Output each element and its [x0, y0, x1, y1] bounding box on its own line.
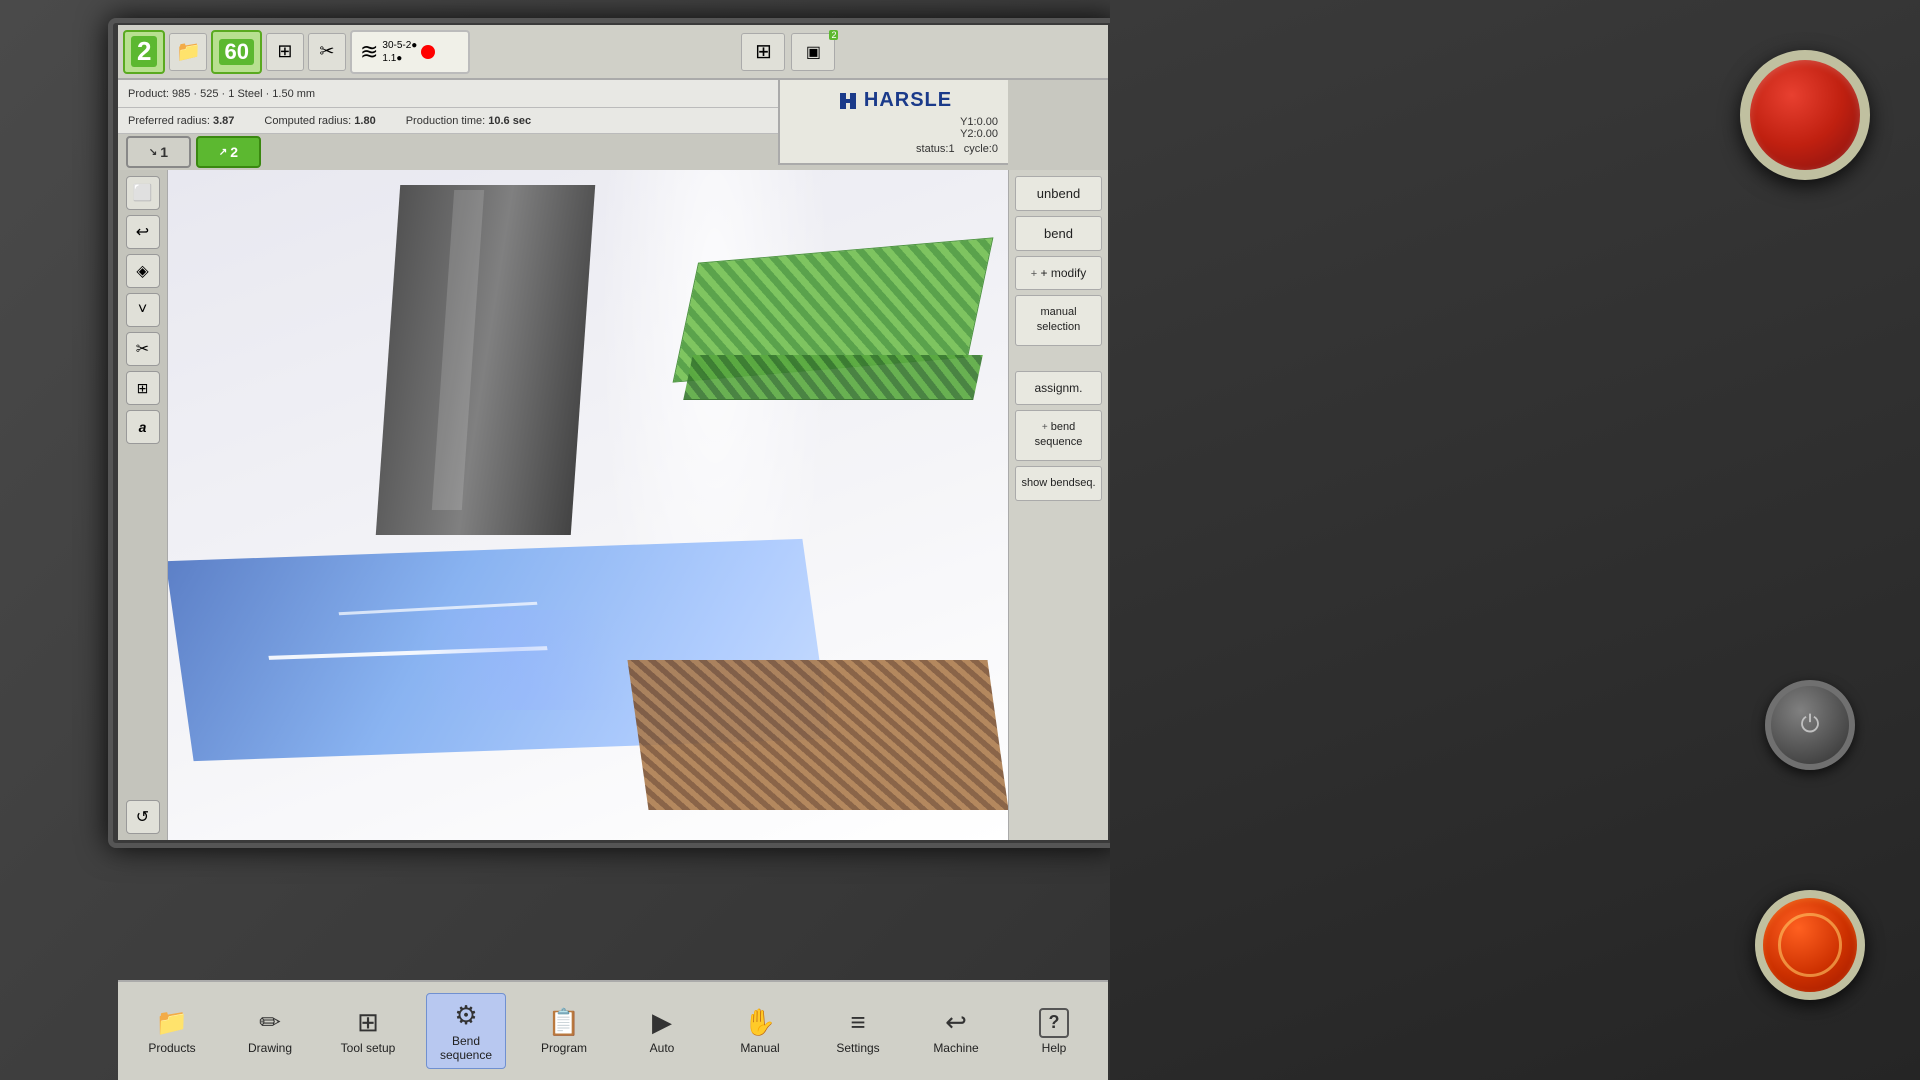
products-label: Products — [148, 1041, 195, 1055]
tool-setup-icon: ⊞ — [357, 1007, 379, 1038]
bend-sequence-button[interactable]: + bend sequence — [1015, 410, 1102, 461]
harsle-panel: HARSLE Y1:0.00 Y2:0.00 status:1 cycle:0 — [778, 80, 1008, 165]
speed-number: 60 — [219, 39, 253, 65]
scissors-icon[interactable]: ✂ — [308, 33, 346, 71]
windows-icon[interactable]: ⊞ — [266, 33, 304, 71]
right-hardware: ⏻ — [1110, 0, 1920, 1080]
harsle-logo-icon — [836, 89, 860, 113]
assignment-button[interactable]: assignm. — [1015, 371, 1102, 405]
bend-button[interactable]: bend — [1015, 216, 1102, 251]
speed-group[interactable]: 60 — [211, 30, 261, 74]
grid-btn[interactable]: ⊞ — [741, 33, 785, 71]
harsle-logo: HARSLE — [836, 89, 952, 113]
estop-bottom[interactable] — [1755, 890, 1865, 1000]
nav-tool-setup[interactable]: ⊞ Tool setup — [328, 1001, 408, 1061]
dark-vertical-part — [376, 185, 595, 535]
rotate-btn[interactable]: ↺ — [126, 800, 160, 834]
product-info: Product: 985 · 525 · 1 Steel · 1.50 mm — [128, 88, 315, 100]
help-icon: ? — [1039, 1008, 1069, 1038]
bottom-nav: 📁 Products ✏ Drawing ⊞ Tool setup ⚙ Bend… — [118, 980, 1108, 1080]
right-panel: unbend bend + + modify manual selection … — [1008, 170, 1108, 840]
bend-step-2[interactable]: ↗ 2 — [196, 136, 261, 168]
show-bendseq-button[interactable]: show bendseq. — [1015, 466, 1102, 501]
drawing-icon: ✏ — [259, 1007, 281, 1038]
layers-btn[interactable]: ◈ — [126, 254, 160, 288]
grid-btn-side[interactable]: ⊞ — [126, 371, 160, 405]
text-btn[interactable]: a — [126, 410, 160, 444]
bend-steps-bar: ↘ 1 ↗ 2 — [118, 134, 269, 170]
products-icon: 📁 — [156, 1007, 188, 1038]
machine-icon: ↩ — [945, 1007, 967, 1038]
coords-display: Y1:0.00 Y2:0.00 — [780, 116, 1008, 140]
info-bar-2: Preferred radius: 3.87 Computed radius: … — [118, 108, 848, 134]
computed-radius-label: Computed radius: 1.80 — [264, 115, 375, 127]
settings-icon: ≡ — [850, 1007, 865, 1038]
tool-bottom-surface — [683, 355, 983, 400]
auto-icon: ▶ — [652, 1007, 672, 1038]
info-bar: Product: 985 · 525 · 1 Steel · 1.50 mm — [118, 80, 848, 108]
power-button[interactable]: ⏻ — [1765, 680, 1855, 770]
toolbar-center-area: ⊞ ▣ 2 — [474, 33, 1103, 71]
main-screen: 2 📁 60 ⊞ ✂ ≋ 30-5-2● 1.1● ⊞ — [118, 25, 1108, 840]
power-icon: ⏻ — [1801, 711, 1820, 739]
bend-step-1[interactable]: ↘ 1 — [126, 136, 191, 168]
folder-icon[interactable]: 📁 — [169, 33, 207, 71]
bend-sequence-icon: ⚙ — [454, 1000, 477, 1031]
down-btn[interactable]: ˅ — [126, 293, 160, 327]
status-display: status:1 cycle:0 — [780, 143, 1008, 155]
settings-label: Settings — [836, 1041, 879, 1055]
nav-settings[interactable]: ≡ Settings — [818, 1001, 898, 1061]
modify-button[interactable]: + + modify — [1015, 256, 1102, 290]
record-dot — [421, 45, 435, 59]
bend-sequence-nav-label: Bendsequence — [440, 1034, 492, 1063]
left-sidebar: ⬜ ↩ ◈ ˅ ✂ ⊞ a ↺ — [118, 170, 168, 840]
program-icon: ≋ — [360, 39, 378, 65]
unbend-button[interactable]: unbend — [1015, 176, 1102, 211]
manual-selection-button[interactable]: manual selection — [1015, 295, 1102, 346]
frame-btn[interactable]: ⬜ — [126, 176, 160, 210]
toolbar: 2 📁 60 ⊞ ✂ ≋ 30-5-2● 1.1● ⊞ — [118, 25, 1108, 80]
cut-btn[interactable]: ✂ — [126, 332, 160, 366]
nav-drawing[interactable]: ✏ Drawing — [230, 1001, 310, 1061]
manual-label: Manual — [740, 1041, 779, 1055]
nav-manual[interactable]: ✋ Manual — [720, 1001, 800, 1061]
help-label: Help — [1042, 1041, 1067, 1055]
program-info: 30-5-2● 1.1● — [382, 39, 417, 65]
nav-products[interactable]: 📁 Products — [132, 1001, 212, 1061]
production-time-label: Production time: 10.6 sec — [406, 115, 531, 127]
auto-label: Auto — [650, 1041, 675, 1055]
viewport-3d[interactable] — [168, 170, 1008, 840]
nav-bend-sequence[interactable]: ⚙ Bendsequence — [426, 993, 506, 1070]
tool-setup-label: Tool setup — [341, 1041, 396, 1055]
machine-label: Machine — [933, 1041, 978, 1055]
step-number: 2 — [131, 36, 157, 67]
preferred-radius-label: Preferred radius: 3.87 — [128, 115, 234, 127]
brown-striped-piece — [627, 660, 1008, 810]
badge-btn[interactable]: ▣ 2 — [791, 33, 835, 71]
nav-help[interactable]: ? Help — [1014, 1002, 1094, 1061]
sheet-reflection — [409, 610, 627, 710]
program-group[interactable]: ≋ 30-5-2● 1.1● — [350, 30, 470, 74]
nav-program[interactable]: 📋 Program — [524, 1001, 604, 1061]
manual-icon: ✋ — [744, 1007, 776, 1038]
nav-auto[interactable]: ▶ Auto — [622, 1001, 702, 1061]
program-nav-icon: 📋 — [548, 1007, 580, 1038]
drawing-label: Drawing — [248, 1041, 292, 1055]
step-indicator[interactable]: 2 — [123, 30, 165, 74]
nav-machine[interactable]: ↩ Machine — [916, 1001, 996, 1061]
undo-btn[interactable]: ↩ — [126, 215, 160, 249]
estop-top[interactable] — [1740, 50, 1870, 180]
program-label: Program — [541, 1041, 587, 1055]
